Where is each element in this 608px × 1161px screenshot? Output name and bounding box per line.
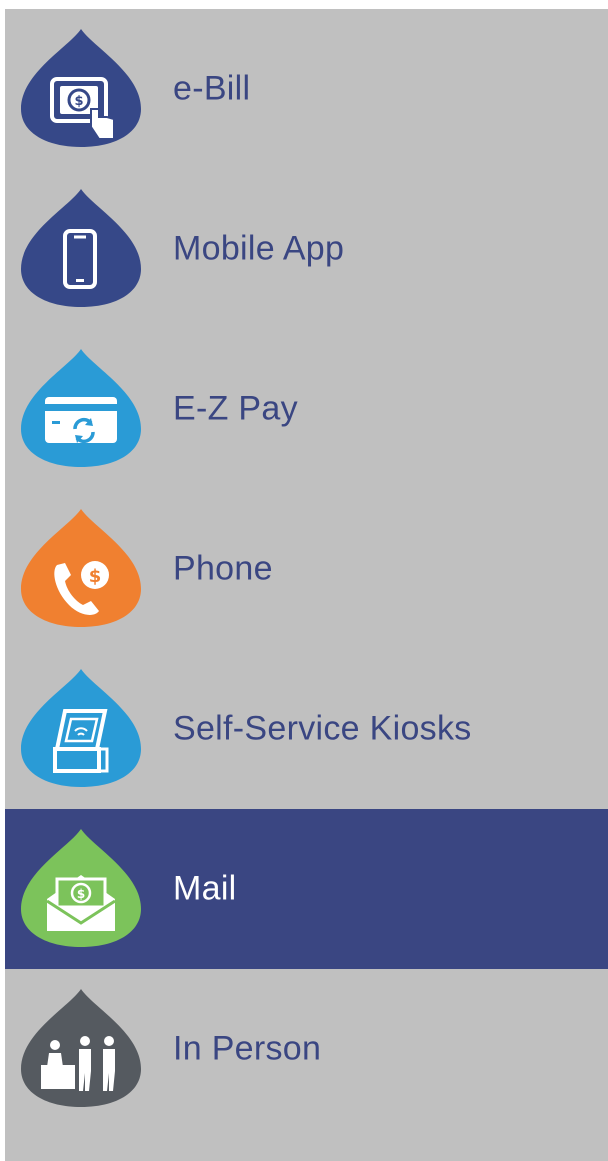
- card-autopay-icon: [21, 349, 141, 467]
- phone-dollar-icon: $: [21, 509, 141, 627]
- menu-item-label: Mail: [173, 869, 237, 908]
- menu-item-label: E-Z Pay: [173, 389, 298, 428]
- kiosk-icon: [21, 669, 141, 787]
- menu-item-label: Mobile App: [173, 229, 345, 268]
- menu-item-self-service-kiosks[interactable]: Self-Service Kiosks: [5, 649, 608, 809]
- payment-options-menu: $ e-Bill Mobile App E-Z Pay $ Phone Self…: [5, 9, 608, 1161]
- menu-item-mail[interactable]: $ Mail: [5, 809, 608, 969]
- ebill-tablet-icon: $: [21, 29, 141, 147]
- menu-item-phone[interactable]: $ Phone: [5, 489, 608, 649]
- mail-envelope-icon: $: [21, 829, 141, 947]
- menu-item-ebill[interactable]: $ e-Bill: [5, 9, 608, 169]
- menu-item-ez-pay[interactable]: E-Z Pay: [5, 329, 608, 489]
- mobile-phone-icon: [21, 189, 141, 307]
- in-person-icon: [21, 989, 141, 1107]
- svg-text:$: $: [89, 566, 102, 587]
- menu-item-label: Phone: [173, 549, 273, 588]
- menu-item-label: In Person: [173, 1029, 322, 1068]
- svg-text:$: $: [74, 94, 83, 109]
- menu-item-label: e-Bill: [173, 69, 251, 108]
- menu-item-in-person[interactable]: In Person: [5, 969, 608, 1129]
- menu-item-mobile-app[interactable]: Mobile App: [5, 169, 608, 329]
- svg-text:$: $: [77, 887, 85, 901]
- menu-item-label: Self-Service Kiosks: [173, 709, 472, 748]
